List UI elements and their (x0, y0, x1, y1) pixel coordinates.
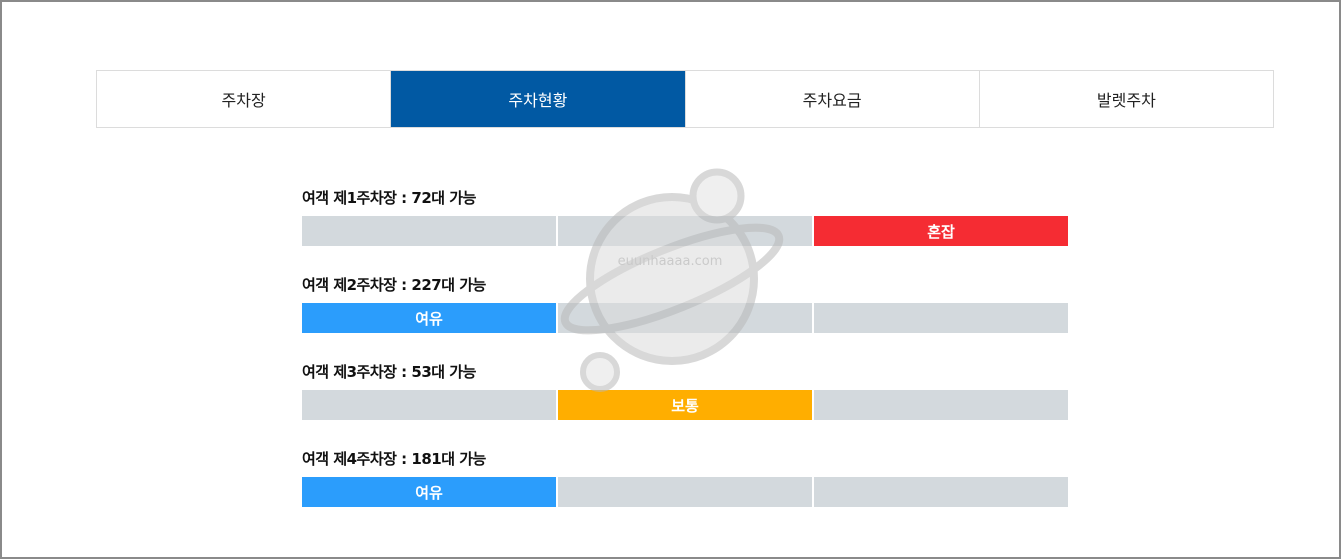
congestion-bar: 보통 (302, 390, 1068, 420)
congestion-status-badge: 혼잡 (814, 216, 1068, 246)
congestion-status-badge: 보통 (558, 390, 812, 420)
parking-lot-1: 여객 제1주차장 : 72대 가능 혼잡 (302, 185, 1068, 272)
congestion-segment-medium (558, 303, 812, 333)
congestion-status-badge: 여유 (302, 477, 556, 507)
parking-lot-title: 여객 제3주차장 : 53대 가능 (302, 363, 476, 381)
parking-lot-3: 여객 제3주차장 : 53대 가능 보통 (302, 359, 1068, 446)
tab-parking-status[interactable]: 주차현황 (391, 71, 686, 127)
congestion-segment-low (302, 390, 556, 420)
parking-lot-title: 여객 제4주차장 : 181대 가능 (302, 450, 486, 468)
parking-lot-title: 여객 제2주차장 : 227대 가능 (302, 276, 486, 294)
congestion-bar: 혼잡 (302, 216, 1068, 246)
tab-parking-fee[interactable]: 주차요금 (686, 71, 980, 127)
tab-valet-parking[interactable]: 발렛주차 (980, 71, 1273, 127)
parking-tabs: 주차장 주차현황 주차요금 발렛주차 (96, 70, 1274, 128)
tab-parking-lot[interactable]: 주차장 (97, 71, 392, 127)
congestion-status-badge: 여유 (302, 303, 556, 333)
parking-lot-4: 여객 제4주차장 : 181대 가능 여유 (302, 446, 1068, 533)
congestion-segment-low (302, 216, 556, 246)
congestion-bar: 여유 (302, 303, 1068, 333)
parking-status-list: 여객 제1주차장 : 72대 가능 혼잡 여객 제2주차장 : 227대 가능 … (302, 185, 1068, 533)
page-frame: 주차장 주차현황 주차요금 발렛주차 여객 제1주차장 : 72대 가능 혼잡 … (0, 0, 1341, 559)
congestion-segment-medium (558, 216, 812, 246)
parking-lot-2: 여객 제2주차장 : 227대 가능 여유 (302, 272, 1068, 359)
congestion-segment-high (814, 390, 1068, 420)
congestion-segment-high (814, 303, 1068, 333)
congestion-bar: 여유 (302, 477, 1068, 507)
parking-lot-title: 여객 제1주차장 : 72대 가능 (302, 189, 476, 207)
congestion-segment-medium (558, 477, 812, 507)
congestion-segment-high (814, 477, 1068, 507)
